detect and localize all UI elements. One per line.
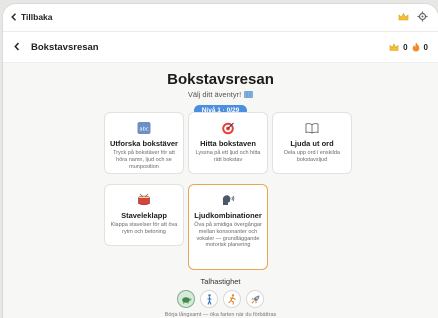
card-desc: Dela upp ord i enskilda bokstavsljud [284,150,340,163]
gear-icon[interactable] [417,11,428,22]
speed-run-button[interactable] [223,290,241,308]
card-desc: Tryck på bokstäver för att höra namn, lj… [113,150,175,170]
header-back-icon[interactable] [14,42,20,53]
flames-count: 0 [423,42,428,52]
speech-speed: Talhastighet Börja långsamt — öka farten… [3,277,438,318]
card-desc: Klappa stavelser för att öva rytm och be… [110,222,178,235]
card-ljudkombinationer[interactable]: Ljudkombinationer Öva på smidiga övergån… [188,184,268,270]
card-title: Ljuda ut ord [290,139,334,148]
back-label: Tillbaka [21,12,53,22]
app-window: Tillbaka Bokstavsresan 0 0 Bokstavsresan… [2,3,438,318]
drum-icon [137,193,151,207]
crown-icon [389,43,399,52]
top-bar: Tillbaka [3,4,438,32]
card-desc: Lyssna på ett ljud och hitta rätt boksta… [195,150,261,163]
card-title: Staveleklapp [121,211,167,220]
target-icon [221,121,235,135]
speed-label: Talhastighet [200,277,241,286]
stars-count: 0 [403,42,408,52]
card-hitta-bokstaven[interactable]: Hitta bokstaven Lyssna på ett ljud och h… [188,112,268,174]
page-header: Bokstavsresan 0 0 [3,38,438,60]
abc-icon: abc [137,121,151,135]
card-utforska-bokstaver[interactable]: abc Utforska bokstäver Tryck på bokstäve… [104,112,184,174]
card-title: Ljudkombinationer [194,211,262,220]
card-staveleklapp[interactable]: Staveleklapp Klappa stavelser för att öv… [104,184,184,246]
runner-icon [227,293,237,305]
main-content: Bokstavsresan Välj ditt äventyr! Nivå 1 … [3,63,438,318]
book-icon [305,121,319,135]
flame-icon [412,42,420,52]
card-ljuda-ut-ord[interactable]: Ljuda ut ord Dela upp ord i enskilda bok… [272,112,352,174]
chevron-left-icon [11,13,17,21]
crown-icon[interactable] [398,11,409,22]
speed-rocket-button[interactable] [246,290,264,308]
svg-text:abc: abc [140,127,149,133]
stats-bar: 0 0 [389,42,428,52]
card-desc: Öva på smidiga övergångar mellan konsona… [194,222,262,249]
card-title: Hitta bokstaven [200,139,256,148]
speed-hint: Börja långsamt — öka farten när du förbä… [164,312,277,318]
back-button[interactable]: Tillbaka [11,12,53,22]
speed-walk-button[interactable] [200,290,218,308]
turtle-icon [181,295,192,304]
card-title: Utforska bokstäver [110,139,178,148]
speed-turtle-button[interactable] [177,290,195,308]
map-icon [244,91,253,98]
hero: Bokstavsresan Välj ditt äventyr! Nivå 1 … [3,71,438,117]
rocket-icon [250,294,261,305]
page-title: Bokstavsresan [31,42,99,53]
hero-subtitle: Välj ditt äventyr! [187,90,242,99]
walker-icon [205,293,214,305]
hero-title: Bokstavsresan [167,71,274,88]
speaking-head-icon [221,193,235,207]
